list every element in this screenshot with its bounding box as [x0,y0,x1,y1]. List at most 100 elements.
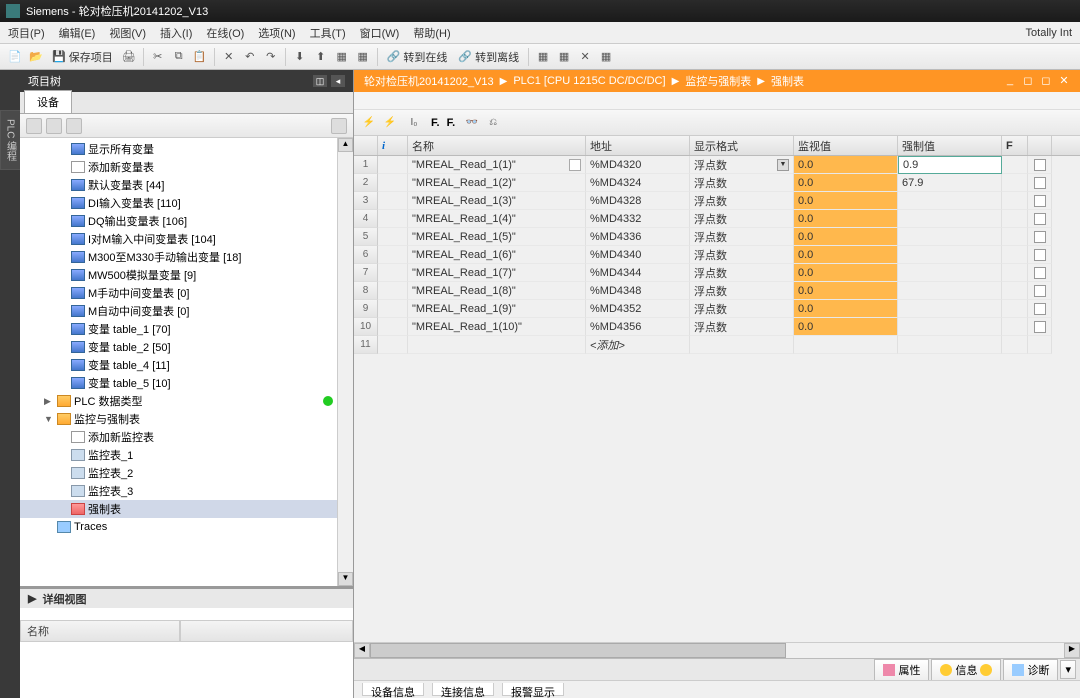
cell-force[interactable] [898,282,1002,300]
tree-node[interactable]: 变量 table_5 [10] [20,374,337,392]
tree-tool-icon[interactable] [26,118,42,134]
subtab-connection[interactable]: 连接信息 [432,683,494,696]
cell-name[interactable]: "MREAL_Read_1(9)" [408,300,586,318]
collapse-icon[interactable]: ◂ [331,75,345,87]
go-offline-button[interactable]: 🔗 转到离线 [454,48,523,66]
cell-name[interactable]: "MREAL_Read_1(7)" [408,264,586,282]
cell-force[interactable]: 67.9 [898,174,1002,192]
cell-f[interactable] [1002,264,1028,282]
tool-icon-4[interactable]: ▦ [597,48,615,66]
tree-back-icon[interactable] [46,118,62,134]
cell-force[interactable] [898,210,1002,228]
tab-info[interactable]: 信息 [931,659,1001,681]
tree-node[interactable]: 显示所有变量 [20,140,337,158]
cell-force[interactable] [898,300,1002,318]
tree-node[interactable]: 变量 table_2 [50] [20,338,337,356]
cell-address[interactable]: %MD4352 [586,300,690,318]
cell-name[interactable]: "MREAL_Read_1(3)" [408,192,586,210]
tool-icon-2[interactable]: ▦ [555,48,573,66]
cell-address[interactable]: %MD4336 [586,228,690,246]
tree-node[interactable]: M300至M330手动输出变量 [18] [20,248,337,266]
upload-icon[interactable]: ⬆ [312,48,330,66]
cell-force[interactable] [898,264,1002,282]
cell-format[interactable]: 浮点数 [690,192,794,210]
crumb-folder[interactable]: 监控与强制表 [683,73,753,89]
cell-name[interactable]: "MREAL_Read_1(2)" [408,174,586,192]
crumb-table[interactable]: 强制表 [769,73,806,89]
cell-f[interactable] [1002,192,1028,210]
checkbox-icon[interactable] [1034,249,1046,261]
restore-icon[interactable]: ◻ [1020,74,1036,88]
new-icon[interactable]: 📄 [6,48,24,66]
add-placeholder[interactable]: <添加> [586,336,690,354]
cell-checkbox[interactable] [1028,228,1052,246]
paste-icon[interactable]: 📋 [191,48,209,66]
table-row[interactable]: 10 "MREAL_Read_1(10)" %MD4356 浮点数 0.0 [354,318,1080,336]
open-icon[interactable]: 📂 [27,48,45,66]
cell-checkbox[interactable] [1028,318,1052,336]
menu-window[interactable]: 窗口(W) [360,25,400,41]
redo-icon[interactable]: ↷ [262,48,280,66]
cell-address[interactable]: %MD4348 [586,282,690,300]
cell-address[interactable]: %MD4340 [586,246,690,264]
pin-icon[interactable]: ◫ [313,75,327,87]
tree-node[interactable]: DI输入变量表 [110] [20,194,337,212]
col-address[interactable]: 地址 [586,136,690,155]
tree-node[interactable]: MW500模拟量变量 [9] [20,266,337,284]
cell-name[interactable]: "MREAL_Read_1(8)" [408,282,586,300]
tree-node[interactable]: ▼ 监控与强制表 [20,410,337,428]
checkbox-icon[interactable] [1034,303,1046,315]
tab-properties[interactable]: 属性 [874,659,929,681]
cell-checkbox[interactable] [1028,192,1052,210]
tree-node[interactable]: 监控表_3 [20,482,337,500]
expand-icon[interactable]: ▶ [44,396,54,407]
tool-icon-3[interactable]: ✕ [576,48,594,66]
hw-icon[interactable]: ▦ [354,48,372,66]
tab-devices[interactable]: 设备 [24,90,72,113]
table-row[interactable]: 9 "MREAL_Read_1(9)" %MD4352 浮点数 0.0 [354,300,1080,318]
detail-expand-icon[interactable]: ▶ [28,592,36,605]
table-row[interactable]: 5 "MREAL_Read_1(5)" %MD4336 浮点数 0.0 [354,228,1080,246]
table-row[interactable]: 6 "MREAL_Read_1(6)" %MD4340 浮点数 0.0 [354,246,1080,264]
cell-f[interactable] [1002,282,1028,300]
menu-view[interactable]: 视图(V) [109,25,146,41]
table-row[interactable]: 3 "MREAL_Read_1(3)" %MD4328 浮点数 0.0 [354,192,1080,210]
cut-icon[interactable]: ✂ [149,48,167,66]
cell-checkbox[interactable] [1028,282,1052,300]
cell-name[interactable]: "MREAL_Read_1(4)" [408,210,586,228]
menu-edit[interactable]: 编辑(E) [59,25,96,41]
table-row[interactable]: 7 "MREAL_Read_1(7)" %MD4344 浮点数 0.0 [354,264,1080,282]
table-row[interactable]: 4 "MREAL_Read_1(4)" %MD4332 浮点数 0.0 [354,210,1080,228]
tree-node[interactable]: 变量 table_1 [70] [20,320,337,338]
cell-name[interactable]: "MREAL_Read_1(1)" [408,156,586,174]
tree-node[interactable]: 添加新变量表 [20,158,337,176]
cell-format[interactable]: 浮点数 [690,228,794,246]
cell-f[interactable] [1002,174,1028,192]
col-info[interactable]: i [378,136,408,155]
cell-checkbox[interactable] [1028,300,1052,318]
save-project-button[interactable]: 💾 保存项目 [48,48,117,66]
scroll-thumb[interactable] [370,643,786,658]
cell-f[interactable] [1002,300,1028,318]
cell-checkbox[interactable] [1028,156,1052,174]
expand-icon[interactable]: ▼ [44,414,54,424]
glasses-icon[interactable]: 👓 [463,114,481,132]
cell-address[interactable]: %MD4320 [586,156,690,174]
inspector-toggle-icon[interactable]: ▾ [1060,660,1076,679]
col-monitor[interactable]: 监视值 [794,136,898,155]
cell-checkbox[interactable] [1028,246,1052,264]
copy-icon[interactable]: ⧉ [170,48,188,66]
cell-format[interactable]: 浮点数 [690,282,794,300]
tree-node[interactable]: Traces [20,518,337,536]
menu-online[interactable]: 在线(O) [206,25,244,41]
scroll-down-icon[interactable]: ▼ [338,572,353,586]
table-row[interactable]: 8 "MREAL_Read_1(8)" %MD4348 浮点数 0.0 [354,282,1080,300]
col-force[interactable]: 强制值 [898,136,1002,155]
undo-icon[interactable]: ↶ [241,48,259,66]
checkbox-icon[interactable] [1034,267,1046,279]
io-icon[interactable]: I₀ [405,114,423,132]
checkbox-icon[interactable] [1034,285,1046,297]
scroll-up-icon[interactable]: ▲ [338,138,353,152]
cell-address[interactable]: %MD4328 [586,192,690,210]
cell-f[interactable] [1002,228,1028,246]
